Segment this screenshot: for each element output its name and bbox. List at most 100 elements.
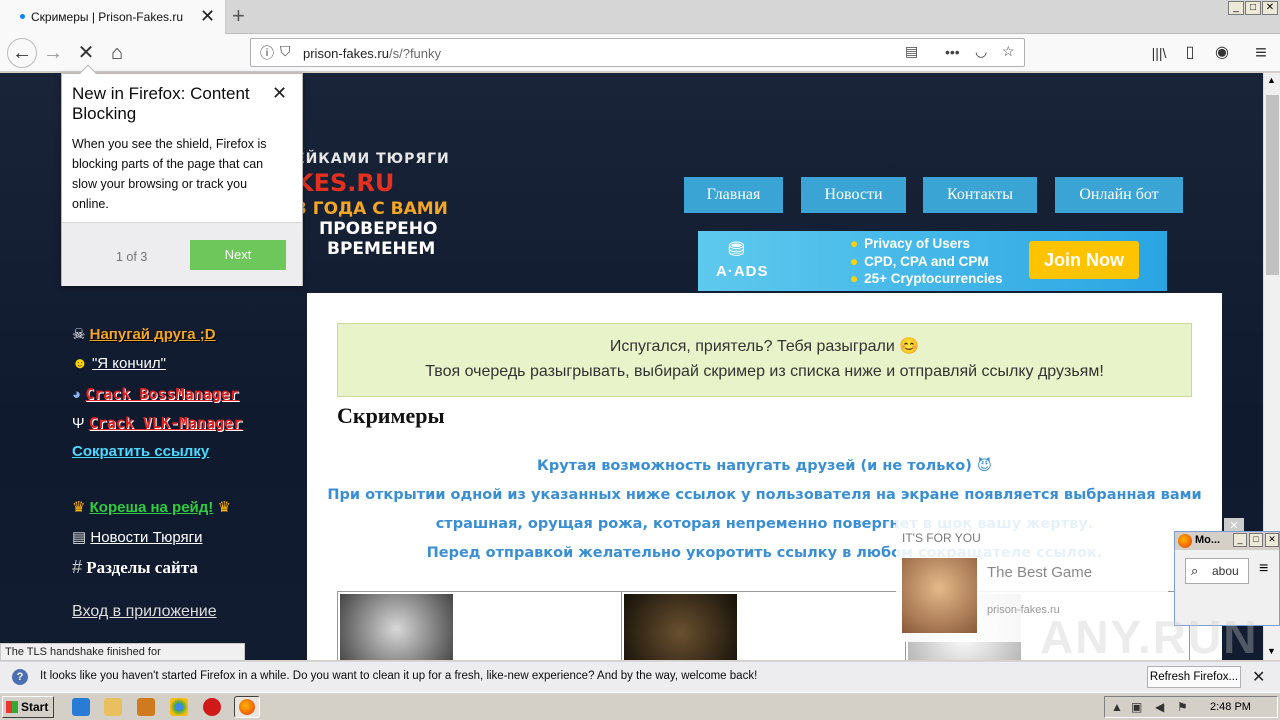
- window-minimize-button[interactable]: _: [1228, 1, 1244, 15]
- site-logo[interactable]: ЕЙКАМИ ТЮРЯГИ KES.RU 3 ГОДА С ВАМИ ПРОВЕ…: [295, 151, 475, 261]
- clock: 2:48 PM: [1210, 701, 1251, 713]
- sidebar-item-shorten-link[interactable]: Сократить ссылку: [72, 443, 209, 460]
- reader-view-icon[interactable]: ▤: [905, 43, 918, 60]
- screamer-thumbnail[interactable]: [624, 594, 737, 660]
- ad-brand: A·ADS: [716, 263, 769, 280]
- home-button[interactable]: ⌂: [104, 41, 130, 67]
- sidebar-item-raid[interactable]: ♛ Кореша на рейд! ♛: [72, 498, 231, 516]
- sidebar-item-ya-konchil[interactable]: ☻ "Я кончил": [72, 355, 166, 372]
- sidebar-section-title: Разделы сайта: [86, 558, 198, 577]
- tab-close-icon[interactable]: ✕: [200, 7, 215, 25]
- ad-line: Privacy of Users: [864, 236, 970, 251]
- scrollbar-thumb[interactable]: [1266, 95, 1279, 275]
- aads-banner[interactable]: ⛃ A·ADS ● Privacy of Users ● CPD, CPA and …: [698, 231, 1167, 291]
- nav-home-button[interactable]: Главная: [684, 177, 783, 213]
- sidebar-item-label: Crack BossManager: [85, 385, 239, 403]
- bookmark-star-icon[interactable]: ☆: [1002, 43, 1015, 60]
- tray-arrow-icon[interactable]: ▲: [1111, 700, 1123, 714]
- ad-title[interactable]: The Best Game: [987, 564, 1092, 581]
- media-player-icon[interactable]: [137, 698, 155, 716]
- globe-icon: ◕: [72, 386, 82, 403]
- bullet-icon: ●: [850, 253, 859, 269]
- notification-close-icon[interactable]: ✕: [1252, 667, 1265, 687]
- nav-contacts-button[interactable]: Контакты: [923, 177, 1037, 213]
- sidebar-item-prank[interactable]: ☠ Напугай друга ;D: [72, 325, 216, 343]
- description-line: Крутая возможность напугать друзей (и не…: [537, 458, 992, 474]
- refresh-notification-bar: ? It looks like you haven't started Fire…: [0, 661, 1280, 692]
- status-bar: The TLS handshake finished for mc.yandex…: [0, 643, 245, 674]
- account-icon[interactable]: ◉: [1209, 41, 1235, 67]
- description-line: При открытии одной из указанных ниже ссы…: [327, 487, 1202, 503]
- ad-features: ● Privacy of Users ● CPD, CPA and CPM ● 25+…: [850, 235, 1003, 288]
- screamer-card[interactable]: [337, 591, 622, 660]
- library-icon[interactable]: |||\: [1146, 41, 1172, 67]
- popup-close-icon[interactable]: ✕: [272, 83, 287, 104]
- info-icon[interactable]: ⓘ: [260, 43, 274, 63]
- crown-icon: ♛: [217, 499, 231, 516]
- sidebar-item-crack-bossmanager[interactable]: ◕ Crack BossManager: [72, 385, 239, 403]
- aads-logo-icon: ⛃: [728, 239, 745, 261]
- system-tray: ▲ ▣ ◀ ⚑ 2:48 PM: [1104, 696, 1278, 718]
- content-blocking-popup: New in Firefox: Content Blocking ✕ When …: [61, 64, 303, 286]
- url-domain: prison-fakes.ru: [303, 46, 389, 61]
- popup-footer: 1 of 3 Next: [62, 222, 302, 286]
- tab-active[interactable]: Скримеры | Prison-Fakes.ru ✕: [0, 0, 226, 34]
- chrome-icon[interactable]: [170, 698, 188, 716]
- mini-window-titlebar: Mo... _ □ ✕: [1175, 532, 1279, 550]
- folder-icon[interactable]: [104, 698, 122, 716]
- firefox-icon: [239, 699, 255, 715]
- scroll-up-icon[interactable]: ▲: [1267, 75, 1276, 85]
- logo-line-5: ВРЕМЕНЕМ: [327, 239, 436, 259]
- volume-icon[interactable]: ◀: [1155, 700, 1164, 714]
- ad-tag: IT'S FOR YOU: [902, 531, 981, 545]
- popup-next-button[interactable]: Next: [190, 240, 286, 270]
- opera-icon[interactable]: [203, 698, 221, 716]
- pocket-icon[interactable]: ◡: [975, 43, 987, 60]
- refresh-firefox-button[interactable]: Refresh Firefox...: [1147, 666, 1241, 688]
- screamer-card[interactable]: [621, 591, 906, 660]
- mini-window-title: Mo...: [1195, 534, 1221, 546]
- mini-maximize-button[interactable]: □: [1249, 533, 1263, 547]
- url-text[interactable]: prison-fakes.ru/s/?funky: [303, 46, 441, 61]
- back-button[interactable]: ←: [7, 38, 37, 68]
- ie-icon[interactable]: [72, 698, 90, 716]
- action-center-icon[interactable]: ⚑: [1177, 700, 1188, 714]
- notification-message: It looks like you haven't started Firefo…: [40, 670, 758, 682]
- sidebar-item-app-login[interactable]: Вход в приложение: [72, 603, 217, 621]
- bullet-icon: ●: [850, 236, 859, 251]
- shield-icon[interactable]: ⛉: [280, 43, 291, 60]
- page-actions-icon[interactable]: •••: [945, 44, 960, 60]
- windows-logo-icon: [6, 701, 18, 713]
- window-close-button[interactable]: ✕: [1262, 1, 1278, 15]
- mini-minimize-button[interactable]: _: [1233, 533, 1247, 547]
- start-button[interactable]: Start: [2, 696, 54, 718]
- url-bar[interactable]: ⓘ ⛉ prison-fakes.ru/s/?funky ▤ ••• ◡ ☆: [250, 38, 1025, 67]
- firefox-taskbar-button[interactable]: [234, 696, 260, 718]
- screamer-thumbnail[interactable]: [340, 594, 453, 660]
- search-icon: ⌕: [1191, 563, 1199, 578]
- sidebar-item-news[interactable]: ▤ Новости Тюряги: [72, 528, 203, 546]
- tab-strip: Скримеры | Prison-Fakes.ru ✕ + _ □ ✕: [0, 0, 1280, 34]
- sidebar-item-label: "Я кончил": [91, 355, 166, 372]
- nav-news-button[interactable]: Новости: [801, 177, 906, 213]
- newspaper-icon: ▤: [72, 529, 87, 546]
- sidebar-icon[interactable]: ▯: [1177, 41, 1203, 67]
- network-icon[interactable]: ▣: [1131, 700, 1142, 714]
- menu-icon[interactable]: ≡: [1248, 41, 1274, 67]
- ad-image[interactable]: [902, 558, 977, 633]
- ad-join-button[interactable]: Join Now: [1029, 241, 1139, 279]
- new-tab-button[interactable]: +: [232, 3, 245, 29]
- hash-icon: #: [72, 557, 83, 577]
- scroll-down-icon[interactable]: ▼: [1267, 646, 1276, 656]
- stop-button[interactable]: ✕: [73, 41, 99, 67]
- nav-bot-button[interactable]: Онлайн бот: [1055, 177, 1183, 213]
- ad-line: CPD, CPA and CPM: [864, 253, 989, 269]
- window-maximize-button[interactable]: □: [1245, 1, 1261, 15]
- mini-close-button[interactable]: ✕: [1265, 533, 1279, 547]
- logo-line-3: 3 ГОДА С ВАМИ: [295, 199, 448, 219]
- sidebar-item-crack-vlk[interactable]: Ψ Crack VLK-Manager: [72, 414, 242, 432]
- forward-button[interactable]: →: [40, 41, 66, 67]
- mini-menu-icon[interactable]: ≡: [1259, 560, 1268, 578]
- prank-notice: Испугался, приятель? Тебя разыграли 😊 Тв…: [337, 323, 1192, 397]
- anyrun-watermark: ANY.RUN: [1040, 611, 1259, 663]
